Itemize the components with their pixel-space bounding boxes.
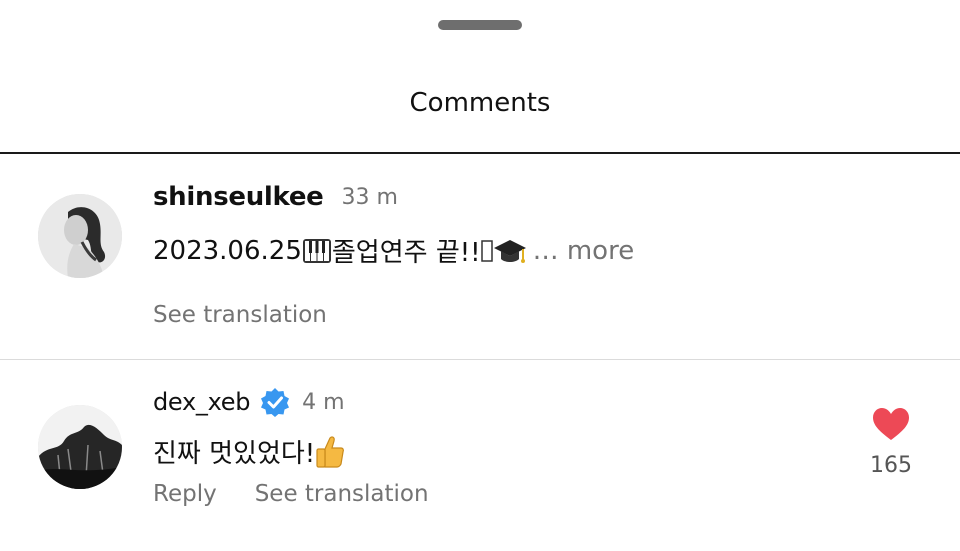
comment-time: 33 m xyxy=(341,184,398,210)
comment-text-body: 졸업연주 끝!! xyxy=(331,238,481,268)
comment-text: 진짜 멋있었다! xyxy=(153,433,345,470)
comment-text-date: 2023.06.25 xyxy=(153,235,302,266)
reply-button[interactable]: Reply xyxy=(153,481,217,507)
comments-sheet: Comments shinseulkee 33 m 2023.06.25 졸업연… xyxy=(0,0,960,551)
piano-emoji xyxy=(302,238,331,263)
thumbs-up-emoji xyxy=(316,435,345,468)
comment-text: 2023.06.25 졸업연주 끝!! … more xyxy=(153,232,634,269)
comment-username[interactable]: dex_xeb xyxy=(153,388,250,416)
avatar[interactable] xyxy=(38,194,122,278)
unknown-glyph-icon xyxy=(480,239,493,262)
comment-username[interactable]: shinseulkee xyxy=(153,182,324,212)
like-control: 165 xyxy=(860,407,922,478)
like-count: 165 xyxy=(870,453,912,478)
avatar[interactable] xyxy=(38,405,122,489)
comment-item: dex_xeb 4 m 진짜 멋있었다! Reply See translati… xyxy=(0,361,960,551)
comment-actions: Reply See translation xyxy=(153,481,429,507)
comment-meta: shinseulkee 33 m xyxy=(153,182,398,212)
comment-actions: See translation xyxy=(153,302,327,328)
comment-meta: dex_xeb 4 m xyxy=(153,387,345,417)
verified-badge-icon xyxy=(261,388,290,417)
see-translation-link[interactable]: See translation xyxy=(153,302,327,328)
more-link[interactable]: … more xyxy=(533,236,635,266)
comment-divider xyxy=(0,359,960,360)
graduation-cap-emoji xyxy=(493,239,526,263)
sheet-title: Comments xyxy=(409,88,551,118)
heart-icon[interactable] xyxy=(872,407,910,441)
sheet-drag-handle[interactable] xyxy=(438,20,522,30)
comment-time: 4 m xyxy=(302,389,345,415)
see-translation-link[interactable]: See translation xyxy=(255,481,429,507)
comment-text-body: 진짜 멋있었다! xyxy=(153,439,316,469)
comment-item: shinseulkee 33 m 2023.06.25 졸업연주 끝!! … m… xyxy=(0,154,960,360)
